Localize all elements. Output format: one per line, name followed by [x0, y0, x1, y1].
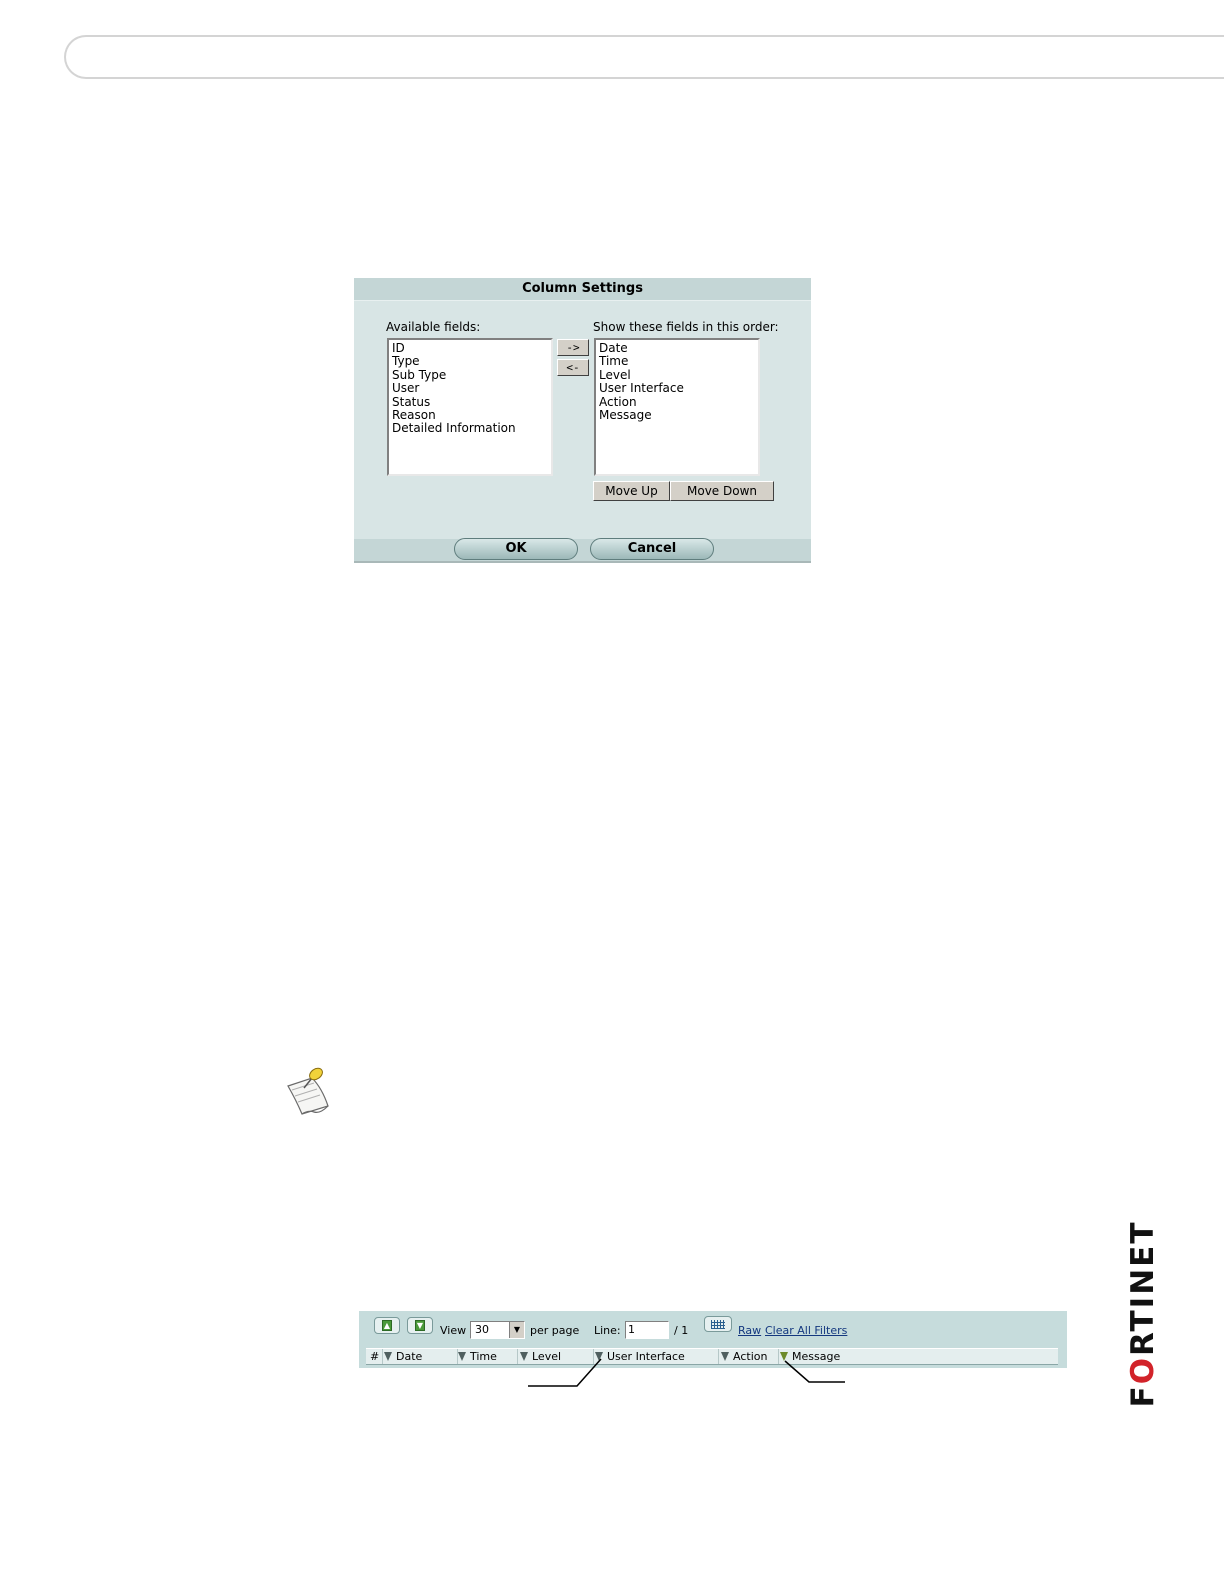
list-item[interactable]: Time [599, 354, 755, 368]
list-item[interactable]: Type [392, 354, 548, 368]
ok-button[interactable]: OK [454, 538, 578, 560]
list-item[interactable]: User [392, 381, 548, 395]
column-time[interactable]: Time [458, 1349, 518, 1364]
per-page-select[interactable]: 30 ▼ [470, 1321, 525, 1339]
list-item[interactable]: User Interface [599, 381, 755, 395]
raw-link[interactable]: Raw [738, 1324, 761, 1337]
column-settings-button[interactable] [704, 1316, 732, 1332]
page-header-tab [64, 35, 1224, 79]
filter-icon[interactable] [384, 1352, 392, 1361]
column-date[interactable]: Date [384, 1349, 458, 1364]
list-item[interactable]: Date [599, 341, 755, 355]
column-settings-dialog: Column Settings Available fields: ID Typ… [354, 278, 811, 563]
previous-page-button[interactable]: ▲ [374, 1317, 400, 1334]
line-input[interactable]: 1 [625, 1321, 669, 1339]
page-up-icon: ▲ [382, 1320, 392, 1331]
line-label: Line: [594, 1324, 621, 1337]
list-item[interactable]: Detailed Information [392, 422, 548, 436]
available-fields-label: Available fields: [386, 320, 481, 334]
list-item[interactable]: Level [599, 368, 755, 382]
list-item[interactable]: Reason [392, 408, 548, 422]
list-item[interactable]: ID [392, 341, 548, 355]
callout-lines [528, 1358, 845, 1387]
chevron-down-icon[interactable]: ▼ [509, 1322, 524, 1338]
note-pushpin-icon [287, 1067, 329, 1115]
dialog-title: Column Settings [354, 278, 811, 301]
next-page-button[interactable]: ▼ [407, 1317, 433, 1334]
move-up-button[interactable]: Move Up [593, 481, 670, 501]
add-field-button[interactable]: -> [557, 339, 589, 356]
page-down-icon: ▼ [415, 1320, 425, 1331]
shown-fields-list[interactable]: Date Time Level User Interface Action Me… [594, 338, 760, 476]
per-page-value: 30 [475, 1323, 489, 1336]
remove-field-button[interactable]: <- [557, 359, 589, 376]
clear-all-filters-link[interactable]: Clear All Filters [765, 1324, 847, 1337]
list-item[interactable]: Status [392, 395, 548, 409]
shown-fields-label: Show these fields in this order: [593, 320, 779, 334]
cancel-button[interactable]: Cancel [590, 538, 714, 560]
list-item[interactable]: Action [599, 395, 755, 409]
column-settings-icon [711, 1320, 725, 1329]
filter-icon[interactable] [458, 1352, 466, 1361]
dialog-footer [354, 539, 811, 561]
list-item[interactable]: Message [599, 408, 755, 422]
column-number: # [370, 1349, 383, 1364]
list-item[interactable]: Sub Type [392, 368, 548, 382]
move-down-button[interactable]: Move Down [670, 481, 774, 501]
available-fields-list[interactable]: ID Type Sub Type User Status Reason Deta… [387, 338, 553, 476]
fortinet-logo: FORTINET [1125, 1220, 1161, 1408]
line-total: / 1 [674, 1324, 689, 1337]
view-label: View [440, 1324, 467, 1337]
per-page-label: per page [530, 1324, 580, 1337]
